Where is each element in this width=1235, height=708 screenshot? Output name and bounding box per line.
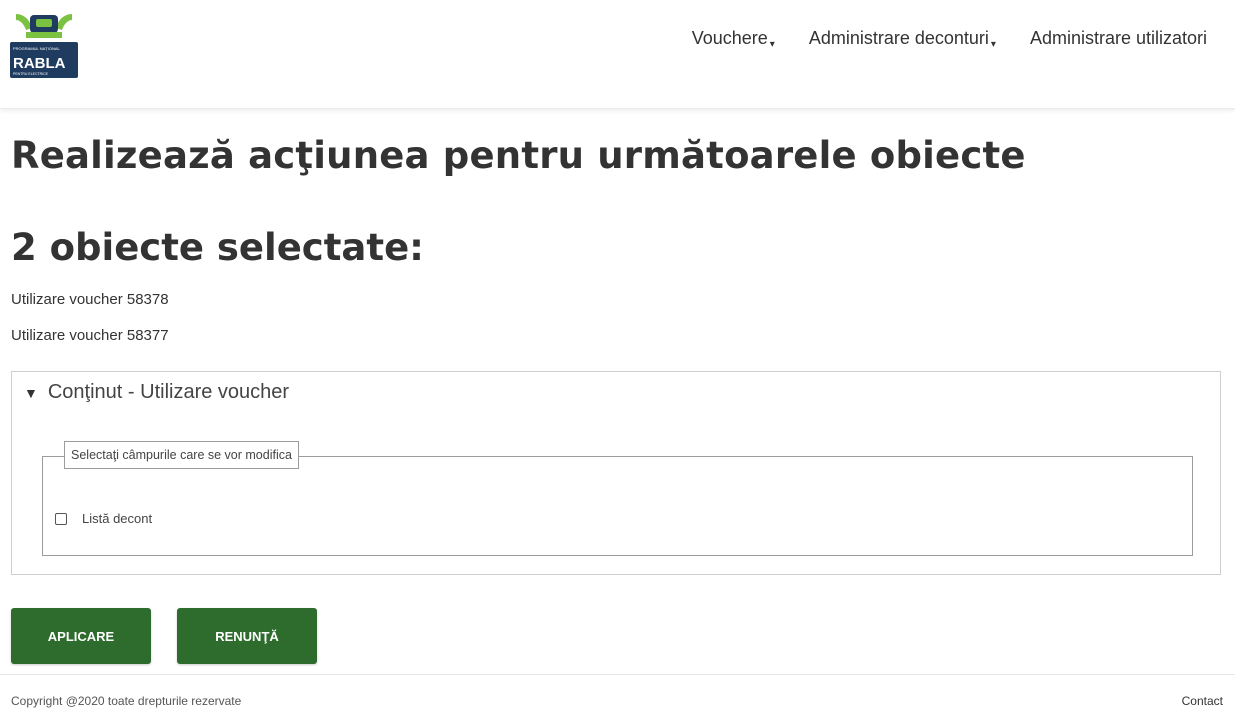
apply-button[interactable]: APLICARE [11,608,151,664]
content-details-panel: ▼ Conţinut - Utilizare voucher Selectaţi… [11,371,1221,575]
footer-divider [0,674,1235,675]
logo-emblem [16,14,72,38]
nav-vouchere[interactable]: Vouchere ▾ [691,28,775,50]
selected-item: Utilizare voucher 58377 [11,327,169,344]
logo-name: RABLA [13,55,66,72]
fieldset-legend: Selectaţi câmpurile care se vor modifica [64,441,299,469]
page-title: Realizează acţiunea pentru următoarele o… [11,134,1026,177]
fields-fieldset: Selectaţi câmpurile care se vor modifica… [42,441,1193,556]
logo-tagline: PENTRU ELECTRICE [13,72,49,76]
cancel-button[interactable]: RENUNŢĂ [177,608,317,664]
nav-administrare-deconturi[interactable]: Administrare deconturi ▾ [808,28,996,50]
selected-count-heading: 2 obiecte selectate: [11,226,424,269]
details-summary-label: Conţinut - Utilizare voucher [47,381,290,403]
triangle-down-icon: ▼ [24,384,38,401]
lista-decont-option: Listă decont [55,511,152,526]
details-summary-toggle[interactable]: ▼ Conţinut - Utilizare voucher [24,381,289,404]
nav-administrare-utilizatori-label: Administrare utilizatori [1029,28,1207,48]
nav-administrare-deconturi-label: Administrare deconturi [808,28,989,48]
caret-down-icon: ▾ [769,39,775,50]
logo-top-text: PROGRAMUL NAȚIONAL [13,46,61,51]
nav-vouchere-label: Vouchere [691,28,768,48]
main-nav: Vouchere ▾ Administrare deconturi ▾ Admi… [691,28,1207,50]
site-header: PROGRAMUL NAȚIONAL RABLA PENTRU ELECTRIC… [0,0,1235,109]
lista-decont-label[interactable]: Listă decont [82,511,152,526]
caret-down-icon: ▾ [990,39,996,50]
lista-decont-checkbox[interactable] [55,512,67,525]
selected-item: Utilizare voucher 58378 [11,291,169,308]
rabla-logo[interactable]: PROGRAMUL NAȚIONAL RABLA PENTRU ELECTRIC… [10,10,78,80]
nav-administrare-utilizatori[interactable]: Administrare utilizatori [1030,28,1207,49]
